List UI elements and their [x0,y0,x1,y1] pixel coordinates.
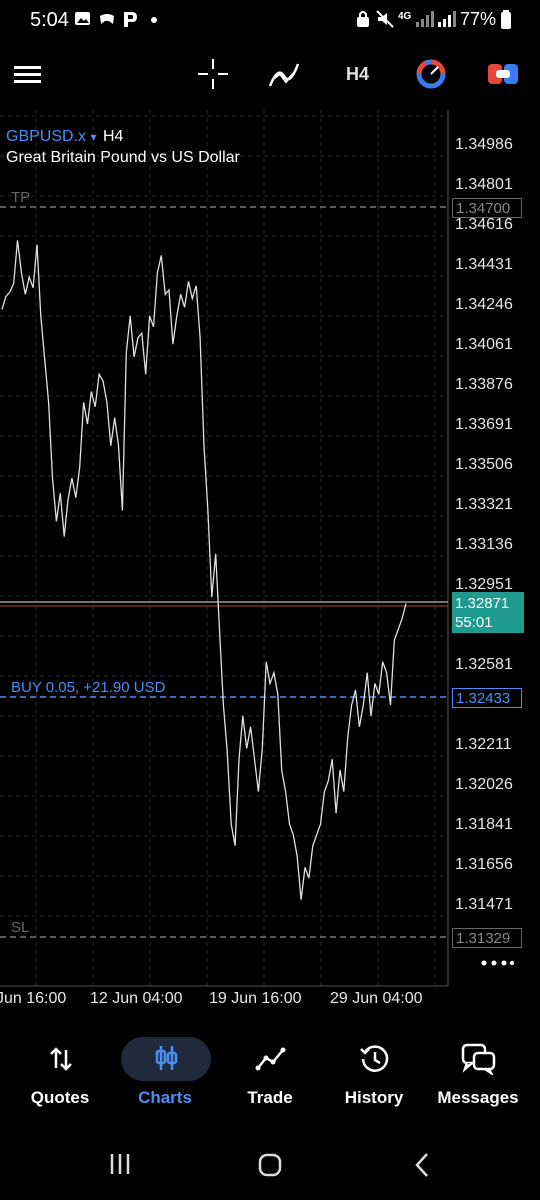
current-price-tag: 1.32871 55:01 [452,592,524,633]
price-tick-label: 1.34246 [455,296,513,313]
nav-charts-label: Charts [138,1088,192,1107]
price-tick-label: 1.32581 [455,656,513,673]
network-type: 4G [398,11,412,22]
hamburger-menu-icon[interactable] [14,64,42,86]
mute-icon [376,10,394,28]
recents-icon[interactable] [108,1152,132,1176]
price-tick-label: 1.31471 [455,896,513,913]
nav-history-label: History [344,1088,404,1107]
messages-icon [461,1043,496,1075]
time-tick-label: Jun 16:00 [0,990,67,1007]
p-app-icon [124,12,137,27]
price-tick-label: 1.33321 [455,496,513,513]
trade-panel-icon[interactable] [487,61,519,87]
nav-history[interactable]: History [324,1030,424,1110]
position-price-tag: 1.32433 [452,688,522,708]
nav-trade[interactable]: Trade [220,1030,320,1110]
nav-quotes[interactable]: Quotes [10,1030,110,1110]
price-tick-label: 1.34061 [455,336,513,353]
price-tick-label: 1.32026 [455,776,513,793]
nav-trade-label: Trade [247,1088,293,1107]
nav-charts[interactable]: Charts [115,1030,215,1110]
timeframe-selector[interactable]: H4 [346,64,369,85]
symbol-timeframe: H4 [103,128,124,145]
crosshair-icon[interactable] [197,58,229,90]
position-label[interactable]: BUY 0.05, +21.90 USD [11,679,165,696]
time-tick-label: 29 Jun 04:00 [330,990,423,1007]
price-tick-label: 1.33691 [455,416,513,433]
bar-countdown: 55:01 [455,614,493,631]
status-time: 5:04 [30,9,69,31]
battery-icon [501,10,511,29]
price-tick-label: 1.31841 [455,816,513,833]
time-tick-label: 12 Jun 04:00 [90,990,183,1007]
price-tick-label: 1.33506 [455,456,513,473]
status-bar: 5:04 4G 77% [0,0,540,40]
chart-grid [0,110,448,986]
nav-messages[interactable]: Messages [428,1030,528,1110]
signal-2-icon [438,11,456,27]
price-tick-label: 1.32211 [455,736,512,753]
notification-dot-icon [151,17,157,23]
symbol-description: Great Britain Pound vs US Dollar [6,149,240,166]
symbol-name[interactable]: GBPUSD.x ▾ [6,128,97,146]
charts-candles-icon [155,1046,178,1070]
back-icon[interactable] [412,1152,432,1178]
gallery-icon [75,12,90,25]
tp-price-tag: 1.34700 [452,198,522,218]
history-clock-icon [360,1045,389,1072]
nav-messages-label: Messages [437,1088,519,1107]
lock-icon [357,11,369,27]
objects-icon[interactable] [416,59,446,89]
time-tick-label: 19 Jun 16:00 [209,990,302,1007]
current-price: 1.32871 [455,595,510,612]
tp-label: TP [11,189,31,206]
price-tick-label: 1.34431 [455,256,513,273]
nav-quotes-label: Quotes [30,1088,90,1107]
sl-price-tag: 1.31329 [452,928,522,948]
price-tick-label: 1.33876 [455,376,513,393]
price-tick-label: 1.34986 [455,136,513,153]
trade-line-icon [255,1047,286,1071]
battery-level: 77% [460,9,497,29]
price-line-series [1,240,407,900]
chart-toolbar [0,48,540,102]
sl-label: SL [11,919,30,936]
price-tick-label: 1.33136 [455,536,513,553]
signal-1-icon [416,11,434,27]
quotes-arrows-icon [50,1047,72,1071]
price-tick-label: 1.34616 [455,216,513,233]
game-icon [100,14,114,24]
home-icon[interactable] [257,1152,283,1178]
system-navigation-bar [0,1130,540,1200]
more-dots-icon[interactable] [480,958,514,968]
indicators-icon[interactable] [268,60,300,90]
price-tick-label: 1.34801 [455,176,513,193]
price-tick-label: 1.31656 [455,856,513,873]
